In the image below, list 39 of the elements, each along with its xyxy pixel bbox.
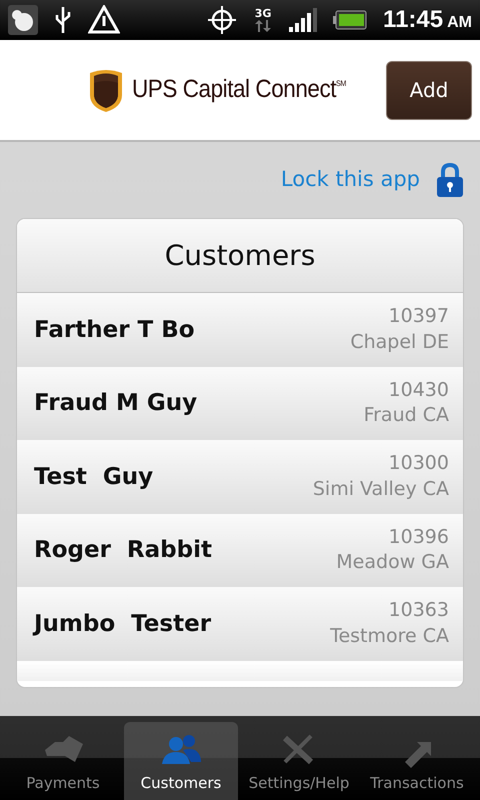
padlock-icon (436, 162, 464, 198)
customer-number: 10396 (388, 524, 449, 550)
tab[interactable]: Payments (6, 722, 120, 800)
customer-name: Jumbo Tester (34, 610, 212, 638)
customer-location: Simi Valley CA (312, 476, 449, 502)
customer-location: Testmore CA (330, 624, 449, 649)
signal-icon (289, 8, 318, 32)
clock-time: 11:45 (383, 5, 444, 35)
list-title: Customers (17, 219, 463, 293)
customer-number: 10300 (388, 451, 449, 476)
brand-name: UPS Capital Connect$^{SM}$ (132, 74, 346, 106)
tab[interactable]: Customers (124, 722, 238, 800)
tab[interactable]: Transactions (360, 722, 474, 800)
customer-number: 10397 (388, 304, 449, 330)
add-button[interactable]: Add (386, 60, 472, 120)
shield-logo-icon (88, 67, 124, 113)
clock-meridiem: AM (447, 13, 472, 33)
customer-row[interactable]: Jumbo Tester 10363 Testmore CA (17, 587, 463, 660)
usb-icon (54, 5, 72, 35)
customer-name: Roger Rabbit (34, 536, 212, 565)
gps-icon (207, 5, 238, 35)
customer-row[interactable]: Farther T Bo 10397 Chapel DE (17, 293, 463, 366)
warning-icon (88, 5, 120, 35)
customer-number: 10430 (388, 378, 449, 403)
customer-row[interactable]: Test Guy 10300 Simi Valley CA (17, 440, 463, 514)
customer-name: Fraud M Guy (34, 389, 198, 418)
network-label: 3G (254, 8, 272, 18)
customer-location: Fraud CA (364, 403, 449, 428)
data-arrows-icon (253, 18, 274, 32)
customer-name: Test Guy (34, 462, 154, 492)
customer-location: Meadow GA (336, 550, 449, 576)
battery-icon (333, 10, 368, 30)
customer-row[interactable]: Fraud M Guy 10430 Fraud CA (17, 366, 463, 440)
customer-number: 10363 (388, 598, 449, 624)
app-notification-icon (8, 5, 38, 35)
customer-row[interactable]: Roger Rabbit 10396 Meadow GA (17, 514, 463, 587)
customer-name: Farther T Bo (34, 316, 195, 344)
customer-location: Chapel DE (350, 330, 449, 355)
tab[interactable]: Settings/Help (242, 722, 356, 800)
